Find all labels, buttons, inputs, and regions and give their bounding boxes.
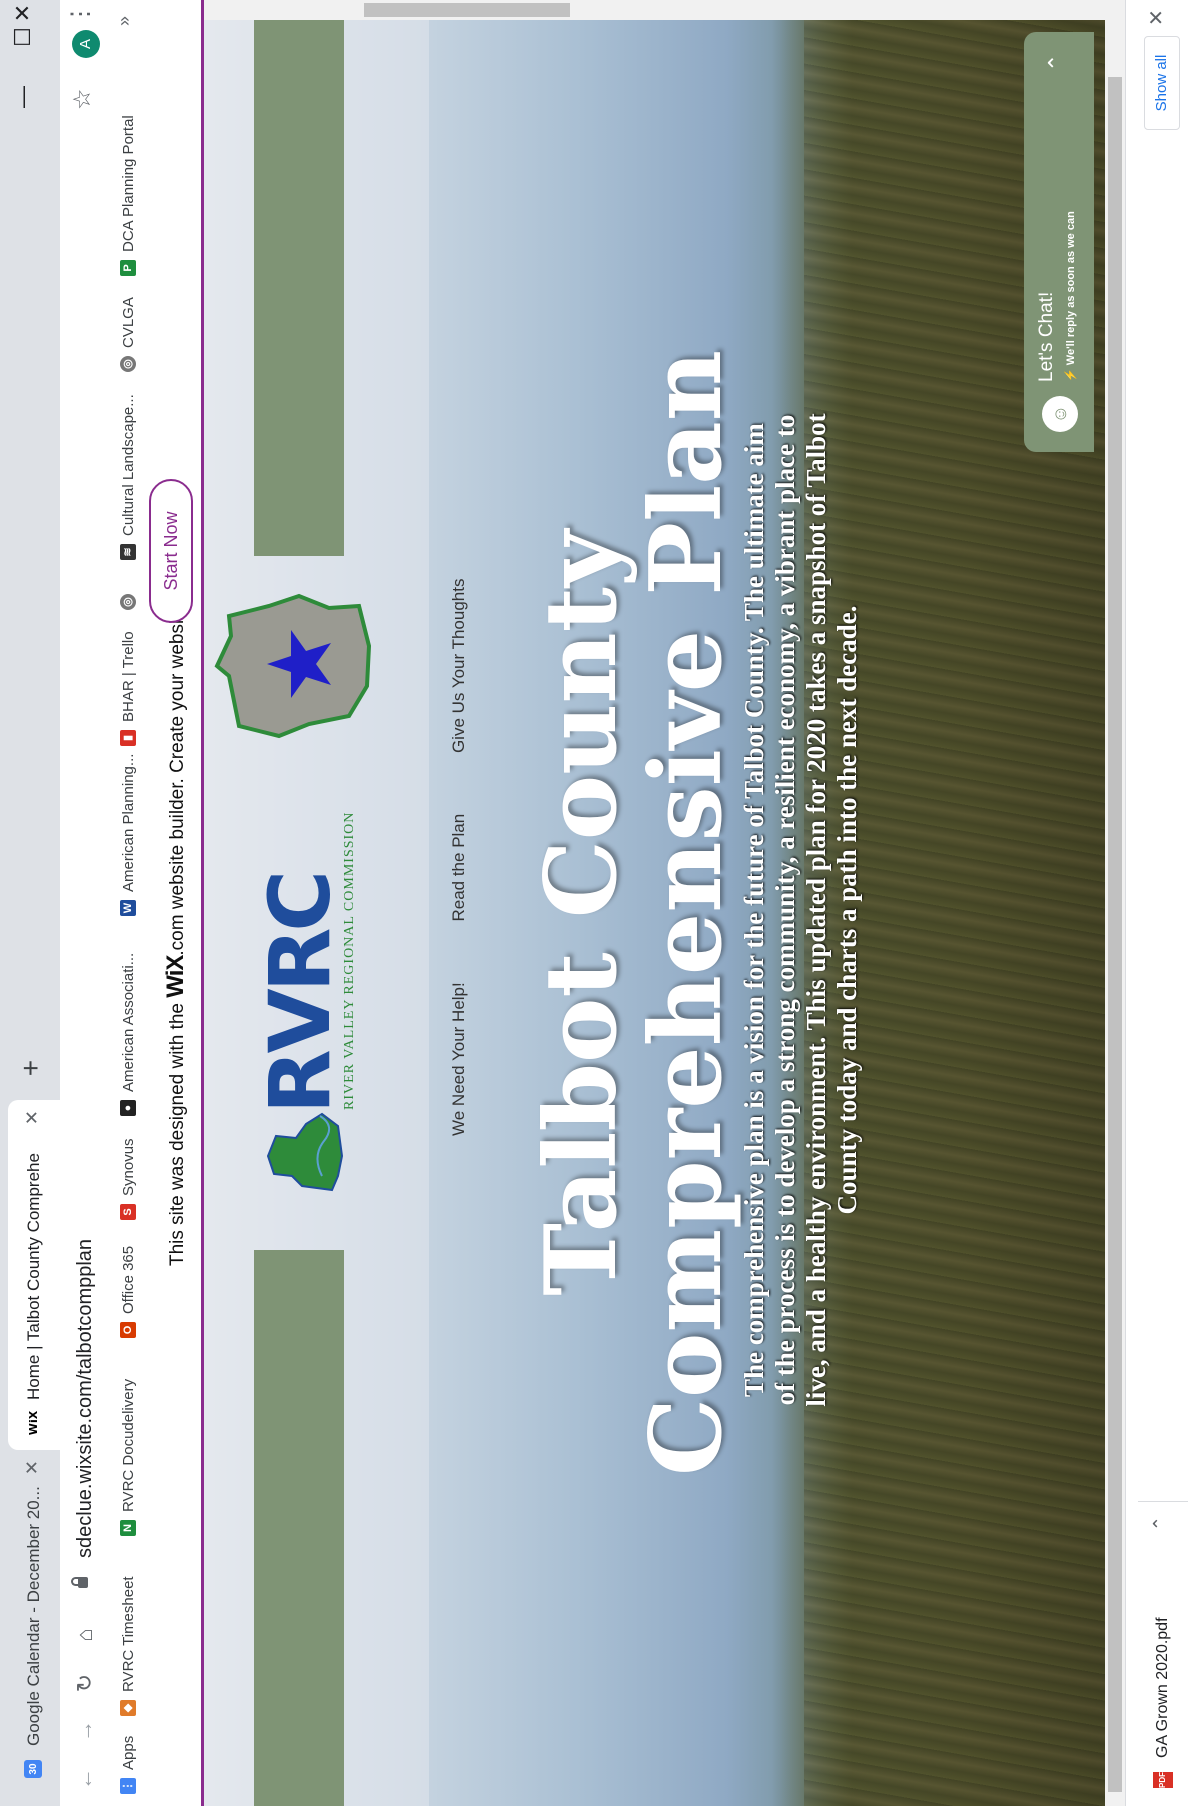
browser-menu-icon[interactable]: ⋮ xyxy=(66,2,95,26)
horizontal-scrollbar[interactable] xyxy=(204,0,1125,20)
planning-icon: W xyxy=(120,900,136,916)
scrollbar-thumb[interactable] xyxy=(364,3,570,17)
bookmark-synovus[interactable]: S Synovus xyxy=(116,1138,140,1220)
lock-icon xyxy=(78,1577,88,1588)
bookmark-apps[interactable]: ⋮ Apps xyxy=(116,1736,140,1794)
back-arrow-icon[interactable]: ← xyxy=(68,1762,102,1796)
show-all-button[interactable]: Show all xyxy=(1144,36,1180,130)
intro-paragraph: The comprehensive plan is a vision for t… xyxy=(739,413,862,1407)
start-now-button[interactable]: Start Now xyxy=(149,479,193,623)
globe-icon: ◎ xyxy=(120,594,136,610)
bookmark-globe[interactable]: ◎ xyxy=(116,586,140,610)
page-title-line-1: Talbot County xyxy=(524,530,639,1296)
rvrc-wordmark: RVRC xyxy=(251,873,349,1114)
calendar-favicon-icon: 30 xyxy=(24,1760,42,1778)
bookmark-office-365[interactable]: O Office 365 xyxy=(116,1246,140,1338)
dca-icon: P xyxy=(120,260,136,276)
pdf-file-icon: PDF xyxy=(1153,1772,1173,1788)
address-bar[interactable]: sdeclue.wixsite.com/talbotcompplan xyxy=(65,106,105,1606)
chevron-up-icon[interactable]: ⌃ xyxy=(1150,1516,1171,1531)
wix-favicon-icon: WiX xyxy=(26,1410,40,1436)
tab-label: Google Calendar - December 20... xyxy=(24,1486,43,1746)
lightning-icon: ⚡ xyxy=(1065,365,1077,382)
site-page: RVRC RIVER VALLEY REGIONAL COMMISSION We… xyxy=(204,20,1105,1806)
site-nav: We Need Your Help! Read the Plan Give Us… xyxy=(449,523,469,1136)
tab-label: Home | Talbot County Comprehe xyxy=(24,1153,43,1400)
chat-widget[interactable]: ☺ Let's Chat! ⚡ We'll reply as soon as w… xyxy=(1024,32,1094,452)
header-accent-bar xyxy=(254,20,344,556)
synovus-icon: S xyxy=(120,1204,136,1220)
rvrc-logo[interactable]: RVRC RIVER VALLEY REGIONAL COMMISSION xyxy=(251,812,357,1196)
download-bar: PDF GA Grown 2020.pdf ⌃ Show all ✕ xyxy=(1125,0,1199,1806)
close-tab-icon[interactable]: ✕ xyxy=(22,1110,43,1125)
globe-icon: ◎ xyxy=(120,356,136,372)
close-tab-icon[interactable]: ✕ xyxy=(22,1460,43,1475)
nav-give-us-your-thoughts[interactable]: Give Us Your Thoughts xyxy=(449,579,468,754)
rvrc-region-map-icon xyxy=(266,1112,344,1192)
chevron-up-icon[interactable]: ⌃ xyxy=(1044,54,1070,72)
nav-we-need-your-help[interactable]: We Need Your Help! xyxy=(449,982,468,1136)
new-tab-button[interactable]: + xyxy=(14,1050,50,1086)
minimize-button[interactable]: — xyxy=(0,64,46,130)
url-text: sdeclue.wixsite.com/talbotcompplan xyxy=(73,1238,96,1558)
apps-grid-icon: ⋮ xyxy=(120,1778,136,1794)
bookmark-rvrc-docudelivery[interactable]: N RVRC Docudelivery xyxy=(116,1379,140,1536)
landscape-icon: ≋ xyxy=(120,544,136,560)
download-filename: GA Grown 2020.pdf xyxy=(1154,1617,1171,1758)
tab-google-calendar[interactable]: 30 Google Calendar - December 20... ✕ xyxy=(8,1450,60,1796)
bookmark-bhar-trello[interactable]: ▮ BHAR | Trello xyxy=(116,631,140,746)
browser-toolbar: ← → ↻ ⌂ sdeclue.wixsite.com/talbotcomppl… xyxy=(60,0,110,1806)
bookmark-american-planning[interactable]: W American Planning... xyxy=(116,754,140,916)
wix-banner-text: This site was designed with the WiX.com … xyxy=(162,548,189,1266)
forward-arrow-icon[interactable]: → xyxy=(68,1714,102,1748)
wix-banner: This site was designed with the WiX.com … xyxy=(146,0,204,1806)
reload-icon[interactable]: ↻ xyxy=(68,1666,102,1700)
wix-logo: WiX xyxy=(162,955,189,998)
chat-subtitle: ⚡ We'll reply as soon as we can xyxy=(1065,211,1077,382)
bookmark-star-icon[interactable]: ☆ xyxy=(68,88,97,110)
nav-read-the-plan[interactable]: Read the Plan xyxy=(449,814,468,922)
profile-avatar[interactable]: A xyxy=(72,30,100,58)
association-icon: ● xyxy=(120,1100,136,1116)
bookmark-cultural-landscape[interactable]: ≋ Cultural Landscape... xyxy=(116,394,140,560)
bookmark-cvlga[interactable]: ◎ CVLGA xyxy=(116,297,140,372)
page-title-line-2: Comprehensive Plan xyxy=(629,350,744,1476)
vertical-scrollbar[interactable] xyxy=(1105,20,1125,1806)
scrollbar-thumb[interactable] xyxy=(1108,77,1122,1792)
docudelivery-icon: N xyxy=(120,1520,136,1536)
browser-window: 30 Google Calendar - December 20... ✕ Wi… xyxy=(0,0,1199,1806)
talbot-county-map-icon xyxy=(214,593,372,739)
header-accent-bar xyxy=(254,1250,344,1806)
chat-title: Let's Chat! xyxy=(1036,291,1057,382)
home-icon[interactable]: ⌂ xyxy=(68,1618,102,1652)
bookmarks-bar: ⋮ Apps ◆ RVRC Timesheet N RVRC Docudelivery… xyxy=(110,0,146,1806)
tab-strip: 30 Google Calendar - December 20... ✕ Wi… xyxy=(0,0,60,1806)
close-icon[interactable]: ✕ xyxy=(1144,9,1169,26)
download-item[interactable]: PDF GA Grown 2020.pdf ⌃ xyxy=(1138,1501,1188,1806)
rvrc-subtitle: RIVER VALLEY REGIONAL COMMISSION xyxy=(342,811,357,1110)
bookmark-rvrc-timesheet[interactable]: ◆ RVRC Timesheet xyxy=(116,1576,140,1716)
timesheet-icon: ◆ xyxy=(120,1700,136,1716)
bookmark-dca-planning-portal[interactable]: P DCA Planning Portal xyxy=(116,115,140,276)
tab-talbot-county[interactable]: WiX Home | Talbot County Comprehe ✕ xyxy=(8,1100,60,1450)
office-icon: O xyxy=(120,1322,136,1338)
more-bookmarks-icon[interactable]: » xyxy=(114,16,135,26)
bookmark-american-association[interactable]: ● American Associati... xyxy=(116,953,140,1116)
close-window-button[interactable]: ✕ xyxy=(0,0,46,26)
smiley-icon: ☺ xyxy=(1042,396,1078,432)
trello-icon: ▮ xyxy=(120,730,136,746)
